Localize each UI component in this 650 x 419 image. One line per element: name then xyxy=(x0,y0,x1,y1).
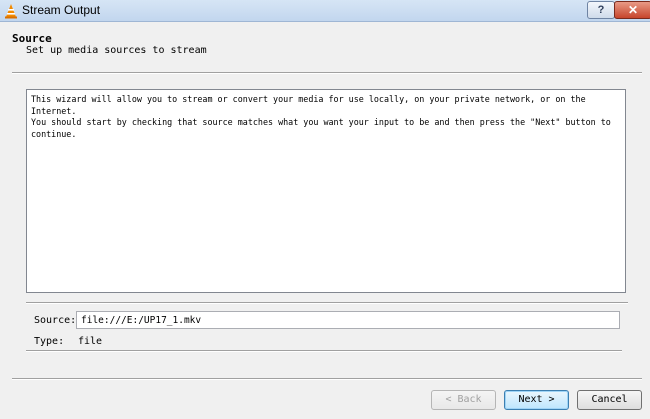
section-divider xyxy=(26,302,628,304)
next-button[interactable]: Next > xyxy=(504,390,569,410)
source-label: Source: xyxy=(34,315,77,326)
vlc-cone-icon xyxy=(5,4,17,19)
description-line-1: This wizard will allow you to stream or … xyxy=(31,94,591,116)
fields-divider xyxy=(26,350,622,352)
description-line-2: You should start by checking that source… xyxy=(31,117,616,139)
type-value: file xyxy=(78,336,103,347)
help-button[interactable]: ? xyxy=(587,1,615,19)
footer-divider xyxy=(12,378,642,380)
dialog-body: Source Set up media sources to stream Th… xyxy=(0,22,650,419)
close-button[interactable]: ✕ xyxy=(614,1,650,19)
window-titlebar: Stream Output ? ✕ xyxy=(0,0,650,22)
cancel-button[interactable]: Cancel xyxy=(577,390,642,410)
page-subtitle: Set up media sources to stream xyxy=(26,45,207,56)
header-divider xyxy=(12,72,642,74)
page-title: Source xyxy=(12,32,52,45)
back-button[interactable]: < Back xyxy=(431,390,496,410)
source-input[interactable] xyxy=(76,311,620,329)
wizard-description: This wizard will allow you to stream or … xyxy=(26,89,626,293)
window-title: Stream Output xyxy=(22,3,101,17)
type-label: Type: xyxy=(34,336,65,347)
